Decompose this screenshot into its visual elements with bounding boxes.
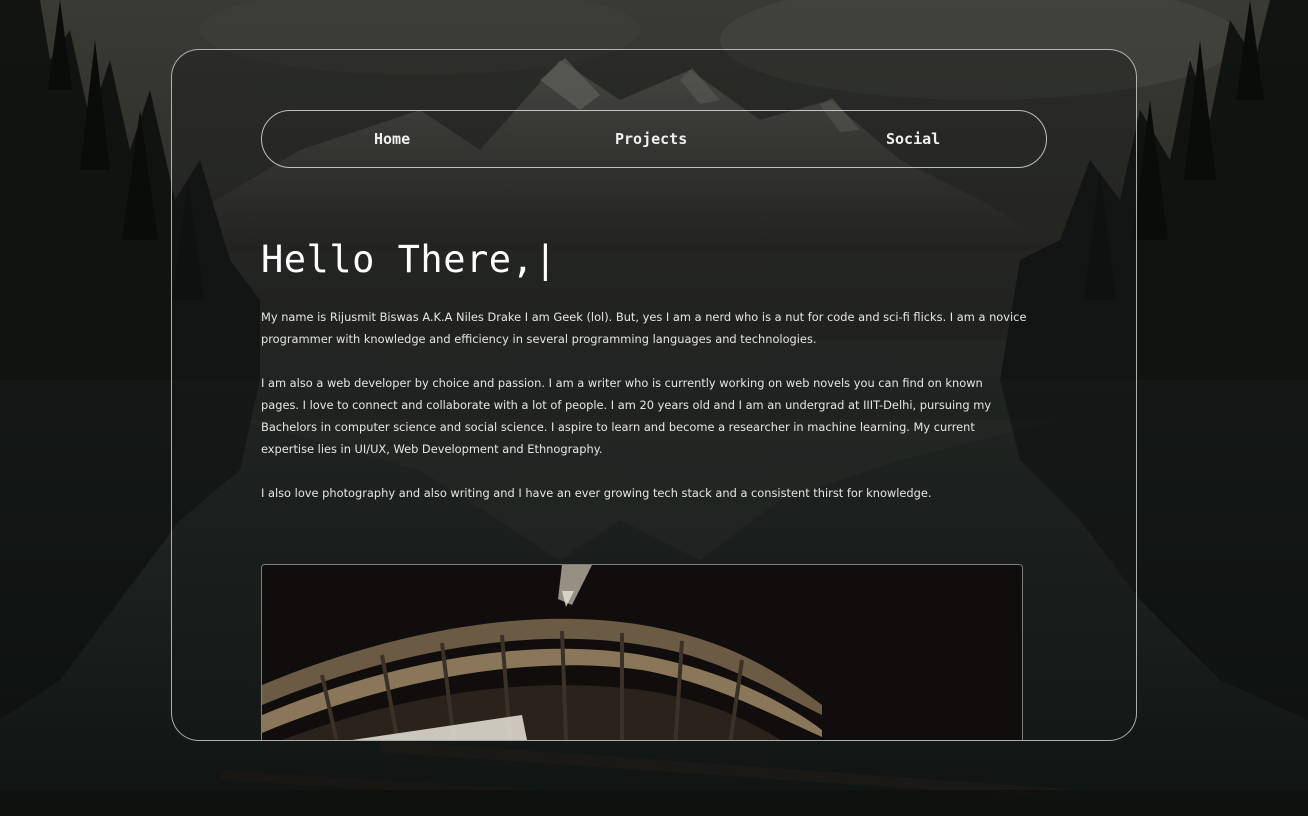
content-card: Home Projects Social Hello There,| My na…	[171, 49, 1137, 741]
hero-title: Hello There,|	[261, 238, 558, 281]
nav-social-link[interactable]: Social	[886, 130, 940, 148]
nav-bar: Home Projects Social	[261, 110, 1047, 168]
architecture-photo-image	[262, 565, 1022, 740]
featured-photo	[261, 564, 1023, 740]
nav-home-link[interactable]: Home	[374, 130, 410, 148]
bio-paragraph-1: My name is Rijusmit Biswas A.K.A Niles D…	[261, 310, 1027, 346]
bio-paragraph-2: I am also a web developer by choice and …	[261, 376, 992, 456]
bio-paragraph-3: I also love photography and also writing…	[261, 486, 932, 500]
nav-projects-link[interactable]: Projects	[615, 130, 687, 148]
